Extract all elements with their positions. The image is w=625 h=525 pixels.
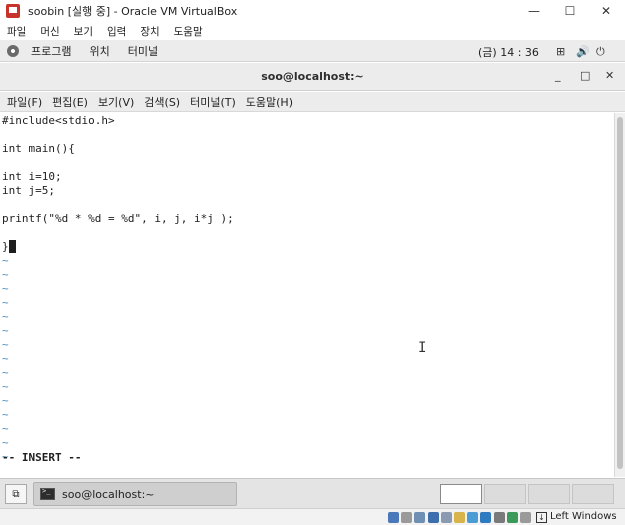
panel-menu-applications[interactable]: 프로그램: [31, 43, 71, 59]
vbox-menu-bar: 파일 머신 보기 입력 장치 도움말: [0, 22, 625, 40]
vim-tilde-line: ~: [2, 436, 9, 449]
vbox-menu-item[interactable]: 도움말: [174, 24, 203, 39]
vbox-menu-item[interactable]: 보기: [74, 24, 93, 39]
terminal-minimize-button[interactable]: _: [555, 69, 561, 82]
workspace-4[interactable]: [572, 484, 614, 504]
vim-tilde-line: ~: [2, 296, 9, 309]
terminal-close-button[interactable]: ✕: [605, 69, 614, 82]
network-icon[interactable]: [427, 512, 439, 523]
workspace-3[interactable]: [528, 484, 570, 504]
vim-tilde-line: ~: [2, 254, 9, 267]
vim-tilde-line: ~: [2, 338, 9, 351]
applications-icon[interactable]: [7, 44, 19, 57]
capture-icon[interactable]: [467, 512, 479, 523]
terminal-menu-item[interactable]: 보기(V): [98, 94, 134, 110]
code-line: int i=10;: [2, 170, 62, 183]
vbox-minimize-button[interactable]: —: [517, 0, 551, 22]
bottom-taskbar: ⧉ soo@localhost:~: [0, 478, 625, 508]
show-desktop-button[interactable]: ⧉: [5, 484, 27, 504]
vbox-status-bar: ↓ Left Windows: [0, 508, 625, 525]
code-line: }: [2, 240, 9, 253]
vim-tilde-line: ~: [2, 352, 9, 365]
vim-mode-indicator: -- INSERT --: [2, 451, 82, 464]
host-key-label: Left Windows: [550, 511, 617, 522]
ibeam-cursor-icon: I: [418, 340, 427, 356]
vbox-maximize-button[interactable]: ☐: [553, 0, 587, 22]
usb-icon[interactable]: [440, 512, 452, 523]
panel-clock[interactable]: (금) 14 : 36: [478, 44, 539, 60]
terminal-menu-item[interactable]: 파일(F): [7, 94, 42, 110]
optical-drive-icon[interactable]: [401, 512, 413, 523]
vbox-menu-item[interactable]: 입력: [107, 24, 126, 39]
terminal-menu-item[interactable]: 도움말(H): [246, 94, 293, 110]
vbox-menu-item[interactable]: 파일: [7, 24, 26, 39]
vim-tilde-line: ~: [2, 422, 9, 435]
terminal-content[interactable]: #include<stdio.h> int main(){ int i=10; int…: [0, 113, 614, 477]
workspace-1[interactable]: [440, 484, 482, 504]
terminal-menu-item[interactable]: 편집(E): [52, 94, 88, 110]
vim-tilde-line: ~: [2, 408, 9, 421]
terminal-maximize-button[interactable]: □: [580, 69, 590, 82]
vbox-window-title: soobin [실행 중] - Oracle VM VirtualBox: [28, 5, 238, 18]
text-cursor: [9, 240, 16, 253]
vbox-close-button[interactable]: ✕: [589, 0, 623, 22]
vim-tilde-line: ~: [2, 268, 9, 281]
code-line: printf("%d * %d = %d", i, j, i*j );: [2, 212, 234, 225]
vim-tilde-line: ~: [2, 394, 9, 407]
vim-tilde-line: ~: [2, 310, 9, 323]
power-icon[interactable]: ⏻: [596, 45, 605, 59]
vim-tilde-line: ~: [2, 324, 9, 337]
workspace-2[interactable]: [484, 484, 526, 504]
taskbar-terminal-label: soo@localhost:~: [62, 487, 155, 501]
panel-menu-places[interactable]: 위치: [89, 43, 109, 59]
code-line: #include<stdio.h>: [2, 114, 115, 127]
virtualbox-icon: [6, 4, 20, 18]
terminal-window-title: soo@localhost:~: [261, 70, 364, 83]
terminal-title-bar: soo@localhost:~ _ □ ✕: [0, 63, 625, 91]
panel-menu-terminal[interactable]: 터미널: [128, 43, 158, 59]
audio-icon[interactable]: [414, 512, 426, 523]
terminal-menu-item[interactable]: 검색(S): [144, 94, 180, 110]
scrollbar-thumb[interactable]: [617, 117, 623, 469]
cpu-icon[interactable]: [506, 512, 518, 523]
code-line: int main(){: [2, 142, 75, 155]
video-capture-icon[interactable]: [493, 512, 505, 523]
mouse-integration-icon[interactable]: [520, 512, 531, 523]
vim-tilde-line: ~: [2, 282, 9, 295]
display-icon[interactable]: [480, 512, 492, 523]
host-key-arrow-icon: ↓: [536, 512, 547, 523]
terminal-scrollbar[interactable]: [614, 113, 625, 477]
gnome-top-panel: 프로그램 위치 터미널 (금) 14 : 36 ⊞ 🔊 ⏻: [0, 40, 625, 62]
vbox-menu-item[interactable]: 장치: [140, 24, 159, 39]
vim-tilde-line: ~: [2, 380, 9, 393]
vbox-menu-item[interactable]: 머신: [40, 24, 59, 39]
taskbar-terminal-button[interactable]: soo@localhost:~: [33, 482, 237, 506]
vim-tilde-line: ~: [2, 366, 9, 379]
volume-icon[interactable]: 🔊: [576, 45, 590, 58]
hard-disk-icon[interactable]: [388, 512, 399, 523]
terminal-menu-bar: 파일(F) 편집(E) 보기(V) 검색(S) 터미널(T) 도움말(H): [0, 92, 625, 112]
vbox-title-bar: soobin [실행 중] - Oracle VM VirtualBox — ☐…: [0, 0, 625, 22]
shared-folders-icon[interactable]: [454, 512, 465, 523]
code-line: int j=5;: [2, 184, 55, 197]
network-icon[interactable]: ⊞: [556, 45, 565, 58]
terminal-icon: [40, 487, 55, 500]
terminal-menu-item[interactable]: 터미널(T): [190, 94, 236, 110]
